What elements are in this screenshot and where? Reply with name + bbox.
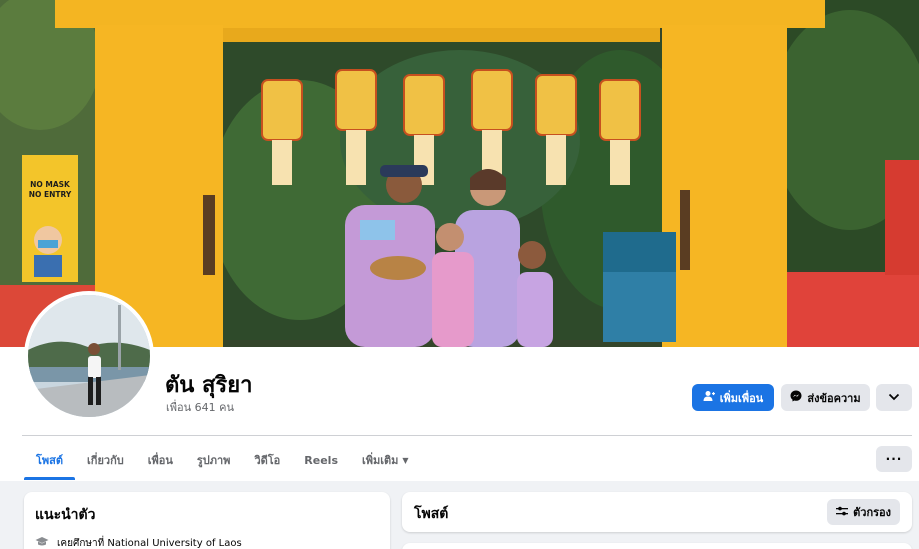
intro-title: แนะนำตัว (35, 507, 96, 523)
tab-videos[interactable]: วิดีโอ (242, 440, 292, 480)
add-friend-button[interactable]: เพิ่มเพื่อน (692, 384, 774, 411)
add-friend-label: เพิ่มเพื่อน (719, 391, 764, 405)
message-button[interactable]: ส่งข้อความ (781, 384, 870, 411)
tab-photos-label: รูปภาพ (196, 454, 231, 467)
person-plus-icon (703, 390, 715, 405)
tab-friends-label: เพื่อน (147, 454, 173, 467)
profile-name: ตัน สุริยา (165, 373, 253, 398)
caret-down-icon: ▼ (402, 455, 409, 465)
posts-title: โพสต์ (414, 506, 449, 522)
sliders-icon (836, 506, 849, 519)
tab-photos[interactable]: รูปภาพ (185, 440, 243, 480)
tabs-overflow-button[interactable]: ··· (876, 446, 912, 472)
filter-button[interactable]: ตัวกรอง (827, 499, 900, 525)
message-label: ส่งข้อความ (807, 391, 861, 405)
filter-label: ตัวกรอง (853, 506, 891, 519)
tab-more[interactable]: เพิ่มเติม ▼ (350, 440, 421, 480)
chevron-down-icon (888, 391, 900, 404)
graduation-cap-icon (35, 536, 49, 549)
messenger-icon (790, 390, 802, 405)
profile-page: NO MASK NO ENTRY ตัน สุริยา เพื่อน 641 ค… (0, 0, 919, 549)
next-post-card (402, 543, 912, 549)
tab-posts-label: โพสต์ (36, 454, 64, 467)
intro-card: แนะนำตัว เคยศึกษาที่ National University… (24, 492, 390, 549)
tab-friends[interactable]: เพื่อน (136, 440, 185, 480)
avatar-image (28, 295, 150, 417)
profile-tabs: โพสต์ เกี่ยวกับ เพื่อน รูปภาพ วิดีโอ Ree… (24, 440, 421, 480)
friends-count[interactable]: เพื่อน 641 คน (166, 398, 234, 416)
profile-avatar[interactable] (24, 291, 154, 421)
profile-more-button[interactable] (876, 384, 912, 411)
header-divider (22, 435, 912, 436)
tab-reels[interactable]: Reels (292, 440, 350, 480)
cover-sign-line1: NO MASK (30, 180, 71, 189)
cover-photo-image: NO MASK NO ENTRY (0, 0, 919, 347)
ellipsis-icon: ··· (885, 452, 903, 466)
tab-more-label: เพิ่มเติม (362, 454, 399, 467)
cover-photo[interactable]: NO MASK NO ENTRY (0, 0, 919, 347)
tab-videos-label: วิดีโอ (254, 454, 281, 467)
tab-about-label: เกี่ยวกับ (87, 454, 124, 467)
tab-reels-label: Reels (304, 453, 338, 467)
tab-posts[interactable]: โพสต์ (24, 440, 76, 480)
cover-sign-line2: NO ENTRY (29, 190, 72, 199)
tab-about[interactable]: เกี่ยวกับ (75, 440, 136, 480)
posts-card: โพสต์ ตัวกรอง (402, 492, 912, 532)
intro-education-text[interactable]: เคยศึกษาที่ National University of Laos (57, 536, 242, 549)
intro-education-row: เคยศึกษาที่ National University of Laos (35, 536, 242, 549)
